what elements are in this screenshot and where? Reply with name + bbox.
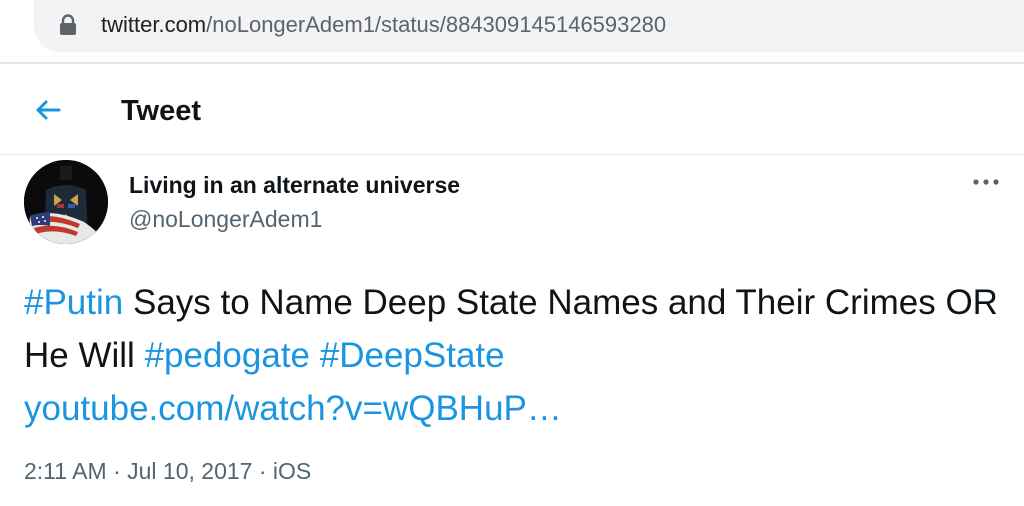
tweet-source[interactable]: iOS xyxy=(273,458,311,484)
avatar[interactable] xyxy=(24,160,108,244)
tweet-text: #Putin Says to Name Deep State Names and… xyxy=(24,276,1004,435)
meta-separator: · xyxy=(252,458,273,484)
author-username[interactable]: @noLongerAdem1 xyxy=(129,205,322,233)
top-divider xyxy=(0,62,1024,64)
tweet-date[interactable]: Jul 10, 2017 xyxy=(127,458,252,484)
header-divider xyxy=(0,154,1024,155)
avatar-uniformed-figure-icon xyxy=(24,160,108,244)
page-title: Tweet xyxy=(121,95,202,127)
more-horizontal-icon[interactable] xyxy=(970,172,1002,192)
hashtag-deepstate-link[interactable]: #DeepState xyxy=(320,336,505,375)
youtube-link[interactable]: youtube.com/watch?v=wQBHuP… xyxy=(24,389,562,428)
lock-icon[interactable] xyxy=(58,14,78,36)
hashtag-putin-link[interactable]: #Putin xyxy=(24,283,123,322)
url-host: twitter.com xyxy=(101,12,207,37)
author-display-name[interactable]: Living in an alternate universe xyxy=(129,171,460,199)
url-text[interactable]: twitter.com/noLongerAdem1/status/8843091… xyxy=(101,10,666,40)
arrow-left-icon[interactable] xyxy=(30,92,66,128)
url-path: /noLongerAdem1/status/884309145146593280 xyxy=(206,12,667,37)
meta-separator: · xyxy=(106,458,128,484)
hashtag-pedogate-link[interactable]: #pedogate xyxy=(145,336,310,375)
tweet-time[interactable]: 2:11 AM xyxy=(24,458,107,484)
tweet-meta: 2:11 AM · Jul 10, 2017 · iOS xyxy=(24,457,311,485)
